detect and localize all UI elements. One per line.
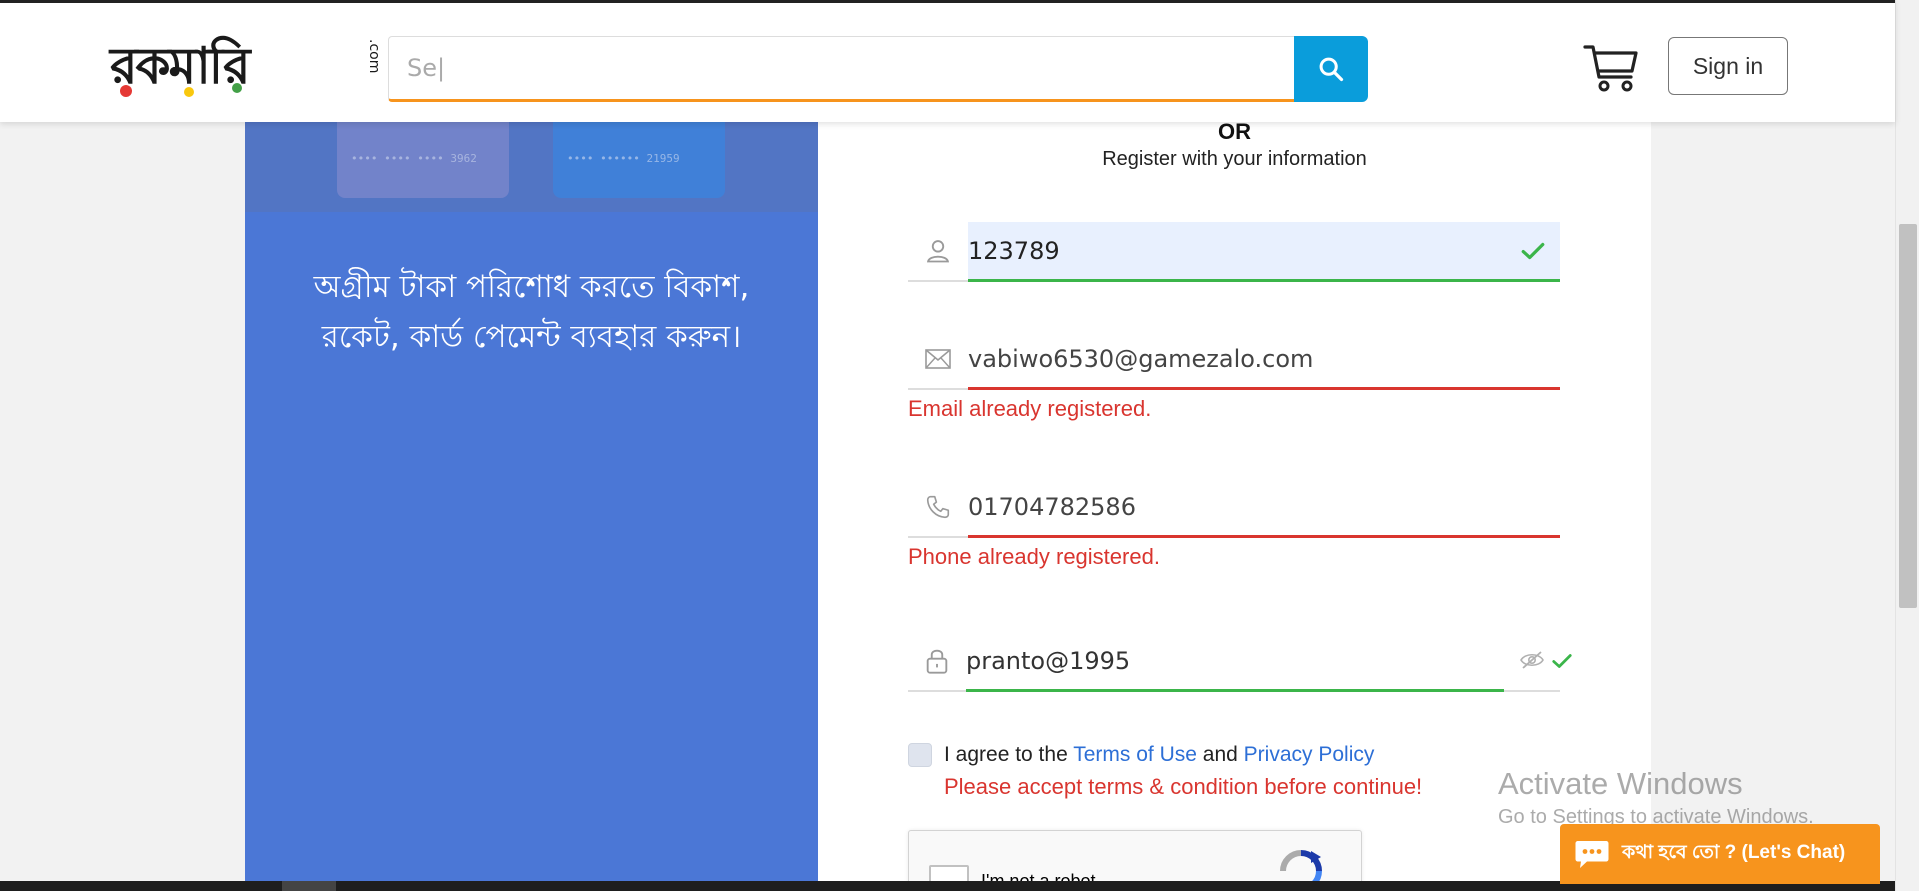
name-field: 123789 <box>908 222 1560 282</box>
card-illustration: •••• •••• •••• 3962 •••• •••••• 21959 <box>245 120 818 212</box>
terms-row: I agree to the Terms of Use and Privacy … <box>908 740 1374 770</box>
terms-prefix: I agree to the <box>944 743 1068 766</box>
register-form: OR Register with your information 123789… <box>818 120 1651 891</box>
payment-message: অগ্রীম টাকা পরিশোধ করতে বিকাশ, রকেট, কার… <box>313 269 750 355</box>
envelope-icon <box>925 349 951 369</box>
register-subtitle: Register with your information <box>1102 148 1367 170</box>
search-icon <box>1319 57 1344 82</box>
chat-button[interactable]: কথা হবে তো ? (Let's Chat) <box>1560 824 1880 884</box>
page-scrollbar[interactable] <box>1895 0 1919 891</box>
name-input[interactable]: 123789 <box>968 222 1560 282</box>
phone-field: 01704782586 <box>908 478 1560 538</box>
phone-input[interactable]: 01704782586 <box>968 478 1560 538</box>
cart-icon <box>1583 45 1638 92</box>
logo-dot-yellow <box>184 87 194 97</box>
or-divider: OR <box>1218 119 1251 144</box>
site-header: রকমারি .com Sign in <box>0 0 1895 122</box>
search-button[interactable] <box>1294 36 1368 102</box>
terms-of-use-link[interactable]: Terms of Use <box>1073 743 1197 766</box>
phone-icon <box>926 495 950 519</box>
email-input[interactable]: vabiwo6530@gamezalo.com <box>968 330 1560 390</box>
password-field: pranto@1995 <box>908 632 1572 692</box>
amex-card-image: •••• •••••• 21959 <box>553 120 725 198</box>
card2-number: •••• •••••• 21959 <box>567 152 680 165</box>
checkmark-icon <box>1521 242 1545 260</box>
eye-slash-icon[interactable] <box>1520 650 1544 670</box>
logo-dot-green <box>232 83 242 93</box>
search-input[interactable] <box>388 36 1295 102</box>
cart-button[interactable] <box>1583 41 1639 93</box>
signin-button[interactable]: Sign in <box>1668 37 1788 95</box>
card1-number: •••• •••• •••• 3962 <box>351 152 477 165</box>
logo-dot-red <box>120 85 132 97</box>
privacy-policy-link[interactable]: Privacy Policy <box>1244 743 1375 766</box>
search-bar <box>388 36 1368 102</box>
payment-info-panel: •••• •••• •••• 3962 •••• •••••• 21959 অগ… <box>245 120 818 891</box>
terms-checkbox[interactable] <box>908 743 932 767</box>
terms-and: and <box>1202 743 1238 766</box>
scrollbar-thumb[interactable] <box>1899 224 1917 608</box>
credit-card-image: •••• •••• •••• 3962 <box>337 120 509 198</box>
user-icon <box>926 240 950 263</box>
terms-error: Please accept terms & condition before c… <box>944 774 1423 799</box>
chat-label: কথা হবে তো ? (Let's Chat) <box>1622 842 1846 863</box>
phone-error: Phone already registered. <box>908 544 1160 569</box>
rokomari-logo[interactable]: রকমারি .com <box>110 33 382 99</box>
logo-suffix: .com <box>366 39 382 74</box>
email-error: Email already registered. <box>908 396 1152 421</box>
lock-icon <box>926 649 948 674</box>
password-input[interactable]: pranto@1995 <box>966 632 1504 692</box>
chat-bubble-icon <box>1575 841 1609 868</box>
email-field: vabiwo6530@gamezalo.com <box>908 330 1560 390</box>
checkmark-icon <box>1552 654 1572 668</box>
